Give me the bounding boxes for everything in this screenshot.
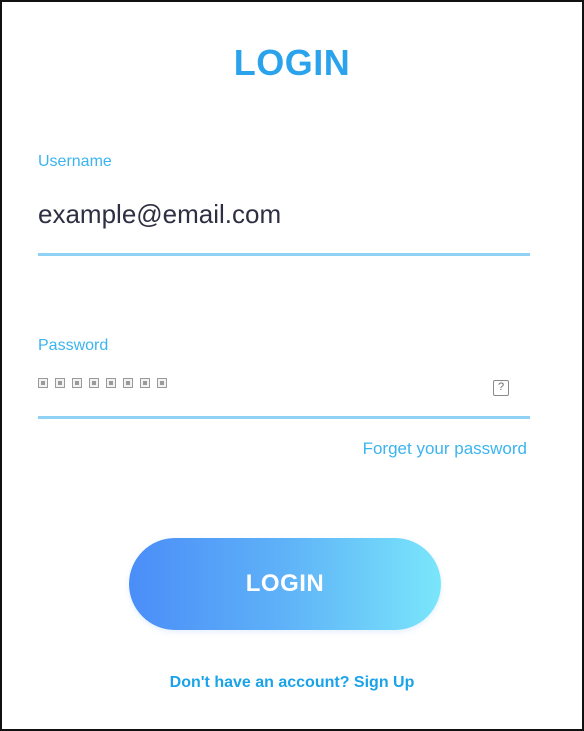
password-mask-char	[72, 378, 82, 388]
password-mask-char	[157, 378, 167, 388]
password-mask-char	[106, 378, 116, 388]
login-button[interactable]: LOGIN	[129, 538, 441, 630]
password-mask-char	[38, 378, 48, 388]
password-mask-char	[89, 378, 99, 388]
username-underline	[38, 253, 530, 256]
signup-row: Don't have an account? Sign Up	[2, 674, 582, 692]
password-mask-char	[123, 378, 133, 388]
password-input[interactable]	[38, 378, 167, 388]
login-card: LOGIN Username Password ? Forget your pa…	[0, 0, 584, 731]
username-label: Username	[38, 153, 112, 170]
help-icon[interactable]: ?	[493, 380, 509, 396]
page-title: LOGIN	[233, 42, 351, 83]
password-mask-char	[140, 378, 150, 388]
password-label: Password	[38, 337, 109, 354]
password-underline	[38, 416, 530, 419]
signup-prompt: Don't have an account?	[169, 674, 354, 691]
signup-link[interactable]: Sign Up	[354, 674, 414, 691]
forgot-password-link[interactable]: Forget your password	[363, 439, 527, 459]
password-mask-char	[55, 378, 65, 388]
username-input[interactable]	[38, 194, 528, 234]
